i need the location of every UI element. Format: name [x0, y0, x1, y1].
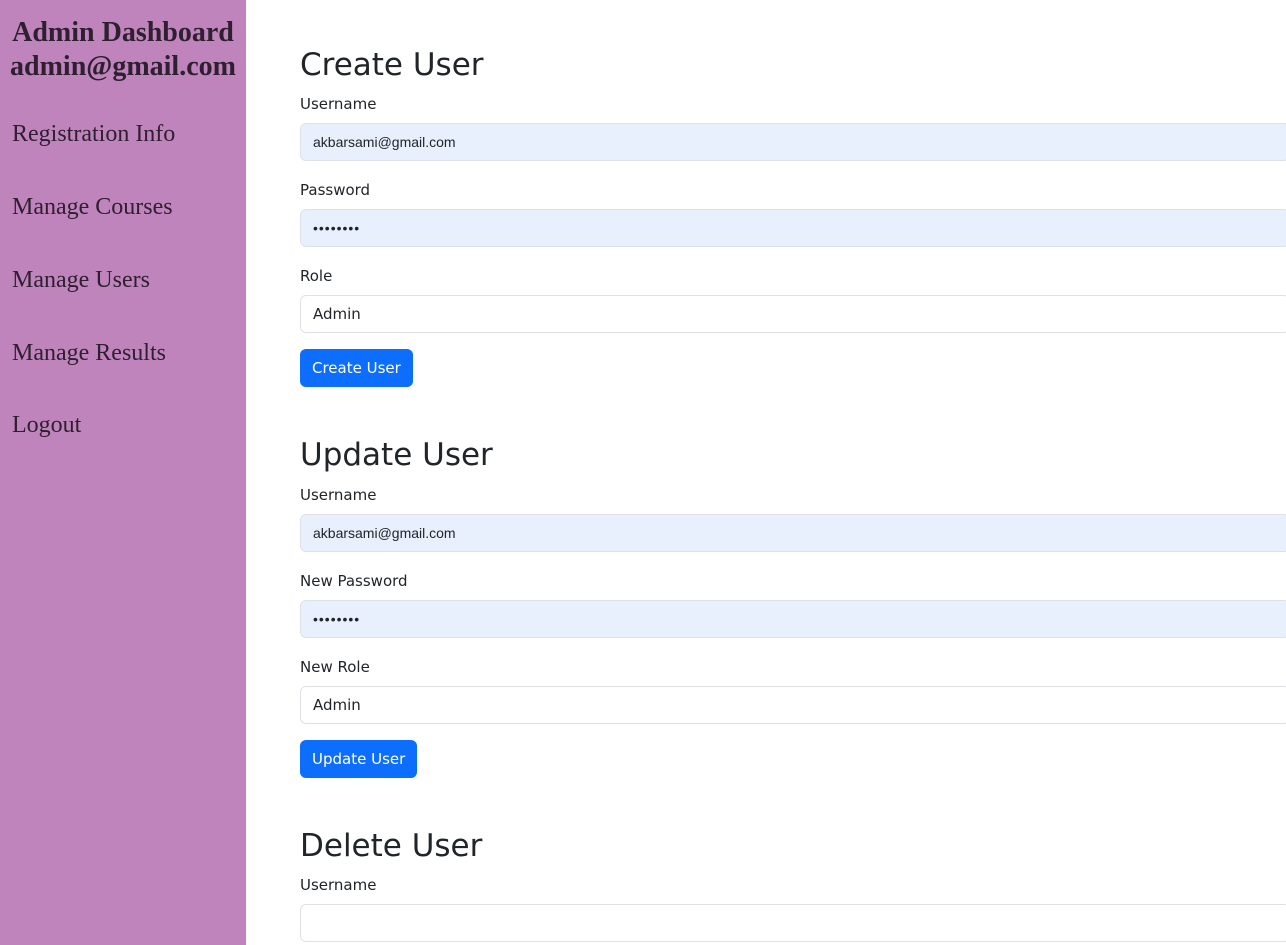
nav-manage-results[interactable]: Manage Results: [12, 338, 166, 368]
update-user-title: Update User: [300, 437, 493, 473]
delete-username-input[interactable]: [300, 904, 1286, 942]
nav-registration-info[interactable]: Registration Info: [12, 119, 175, 149]
sidebar-header: Admin Dashboard admin@gmail.com: [0, 16, 246, 84]
create-password-input[interactable]: ••••••••: [300, 209, 1286, 247]
delete-user-title: Delete User: [300, 828, 483, 864]
update-role-label: New Role: [300, 658, 370, 676]
nav-manage-users[interactable]: Manage Users: [12, 265, 150, 295]
delete-username-label: Username: [300, 876, 377, 894]
create-user-title: Create User: [300, 47, 484, 83]
nav-manage-courses[interactable]: Manage Courses: [12, 192, 173, 222]
create-role-label: Role: [300, 267, 333, 285]
dashboard-title: Admin Dashboard: [12, 17, 234, 48]
update-user-button[interactable]: Update User: [300, 740, 418, 778]
update-password-label: New Password: [300, 572, 408, 590]
create-user-button[interactable]: Create User: [300, 349, 413, 387]
update-password-input[interactable]: ••••••••: [300, 600, 1286, 638]
sidebar: Admin Dashboard admin@gmail.com Registra…: [0, 0, 246, 945]
create-username-input[interactable]: akbarsami@gmail.com: [300, 123, 1286, 161]
create-username-label: Username: [300, 95, 377, 113]
create-password-label: Password: [300, 181, 371, 199]
update-username-input[interactable]: akbarsami@gmail.com: [300, 514, 1286, 552]
nav-logout[interactable]: Logout: [12, 410, 81, 440]
update-username-label: Username: [300, 486, 377, 504]
create-role-select[interactable]: Admin: [300, 295, 1286, 333]
admin-email: admin@gmail.com: [10, 51, 236, 82]
update-role-select[interactable]: Admin: [300, 686, 1286, 724]
main-content: Create User Username akbarsami@gmail.com…: [300, 0, 1286, 945]
